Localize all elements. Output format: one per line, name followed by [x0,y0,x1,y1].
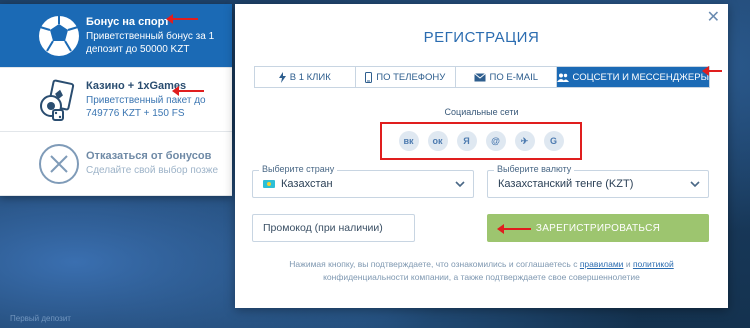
soccer-ball-icon [37,14,81,58]
tab-email[interactable]: ПО E-MAIL [456,67,557,87]
disclaimer-text: Нажимая кнопку, вы подтверждаете, что оз… [289,259,578,269]
annotation-arrow [497,224,531,234]
disclaimer: Нажимая кнопку, вы подтверждаете, что оз… [265,258,698,284]
disclaimer-conj: и [625,259,631,269]
bonus-desc: Сделайте свой выбор позже [86,165,219,176]
tab-label: ПО ТЕЛЕФОНУ [376,71,446,83]
chevron-down-icon [690,181,700,188]
registration-modal: ✕ РЕГИСТРАЦИЯ В 1 КЛИК ПО ТЕЛЕФОНУ ПО E-… [235,4,728,308]
social-label: Социальные сети [444,107,519,117]
annotation-arrow [172,86,204,96]
tab-one-click[interactable]: В 1 КЛИК [255,67,356,87]
telegram-icon[interactable]: ✈ [514,131,535,151]
close-circle-icon [37,142,81,186]
odnoklassniki-icon[interactable]: ок [427,131,448,151]
background-strip: Первый депозит [0,308,750,328]
tab-phone[interactable]: ПО ТЕЛЕФОНУ [355,67,457,87]
modal-title: РЕГИСТРАЦИЯ [423,29,540,46]
bonus-desc: Приветственный бонус за 1 депозит до 500… [86,30,215,55]
casino-cards-icon [37,78,81,122]
disclaimer-text: конфиденциальности компании, а также под… [323,272,640,282]
registration-tabs: В 1 КЛИК ПО ТЕЛЕФОНУ ПО E-MAIL СОЦСЕТИ И… [254,66,710,88]
bonus-desc: Приветственный пакет до 749776 KZT + 150… [86,94,206,119]
people-icon [556,73,569,82]
country-label: Выберите страну [259,164,338,174]
close-icon[interactable]: ✕ [707,10,720,26]
currency-value: Казахстанский тенге (KZT) [498,178,634,190]
bonus-panel: Бонус на спорт Приветственный бонус за 1… [0,4,232,196]
tab-social[interactable]: СОЦСЕТИ И МЕССЕНДЖЕРЫ [556,67,710,87]
bonus-title: Бонус на спорт [86,15,170,28]
annotation-arrow [702,66,722,76]
currency-label: Выберите валюту [494,164,575,174]
phone-icon [365,71,373,83]
social-buttons: вк ок Я @ ✈ G [380,122,582,160]
currency-select[interactable]: Казахстанский тенге (KZT) [487,170,709,198]
google-icon[interactable]: G [543,131,564,151]
country-select[interactable]: Казахстан [252,170,474,198]
country-value: Казахстан [281,178,333,190]
tab-label: СОЦСЕТИ И МЕССЕНДЖЕРЫ [572,71,710,83]
rules-link[interactable]: правилами [580,259,624,269]
bonus-casino[interactable]: Казино + 1xGames Приветственный пакет до… [0,68,232,132]
envelope-icon [473,72,486,81]
promo-code-input[interactable]: Промокод (при наличии) [252,214,415,242]
tab-label: ПО E-MAIL [489,71,539,83]
kazakhstan-flag-icon [263,180,275,188]
yandex-icon[interactable]: Я [456,131,477,151]
bonus-decline[interactable]: Отказаться от бонусов Сделайте свой выбо… [0,132,232,196]
bonus-title: Отказаться от бонусов [86,150,212,162]
chevron-down-icon [455,181,465,188]
mail-icon[interactable]: @ [485,131,506,151]
policy-link[interactable]: политикой [633,259,674,269]
bonus-sport[interactable]: Бонус на спорт Приветственный бонус за 1… [0,4,232,68]
lightning-icon [278,71,286,83]
vk-icon[interactable]: вк [398,131,419,151]
annotation-arrow [166,14,198,24]
tab-label: В 1 КЛИК [289,71,331,83]
background-strip-text: Первый депозит [10,313,71,323]
